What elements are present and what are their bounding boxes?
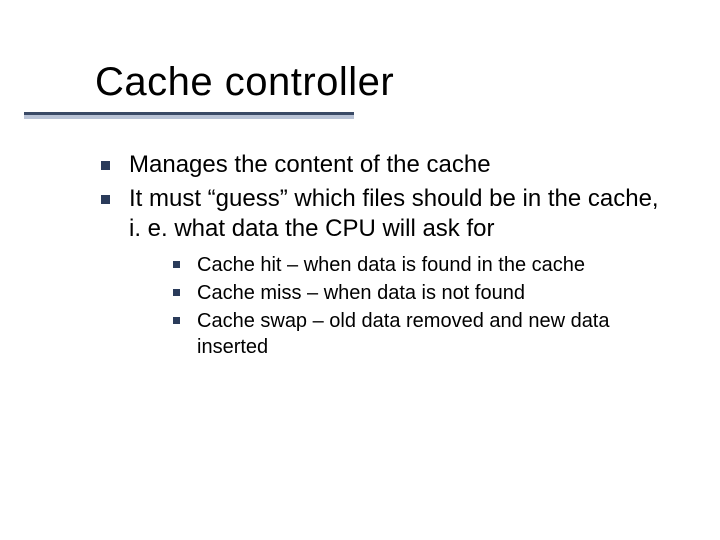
bullet-item: Manages the content of the cache bbox=[95, 150, 660, 180]
title-underline bbox=[24, 112, 354, 119]
sub-bullet-item: Cache hit – when data is found in the ca… bbox=[169, 252, 660, 278]
bullet-text: It must “guess” which files should be in… bbox=[129, 185, 659, 242]
sub-bullet-text: Cache swap – old data removed and new da… bbox=[197, 310, 610, 358]
bullet-text: Manages the content of the cache bbox=[129, 151, 491, 178]
sub-bullet-text: Cache miss – when data is not found bbox=[197, 282, 525, 304]
bullet-list-level1: Manages the content of the cache It must… bbox=[95, 150, 660, 360]
title-wrap: Cache controller bbox=[95, 60, 680, 104]
sub-bullet-item: Cache swap – old data removed and new da… bbox=[169, 308, 660, 360]
slide-body: Manages the content of the cache It must… bbox=[95, 150, 660, 364]
sub-bullet-item: Cache miss – when data is not found bbox=[169, 280, 660, 306]
bullet-list-level2: Cache hit – when data is found in the ca… bbox=[169, 252, 660, 360]
sub-bullet-text: Cache hit – when data is found in the ca… bbox=[197, 254, 585, 276]
slide-title: Cache controller bbox=[95, 60, 680, 104]
bullet-item: It must “guess” which files should be in… bbox=[95, 184, 660, 360]
slide: Cache controller Manages the content of … bbox=[0, 0, 720, 540]
